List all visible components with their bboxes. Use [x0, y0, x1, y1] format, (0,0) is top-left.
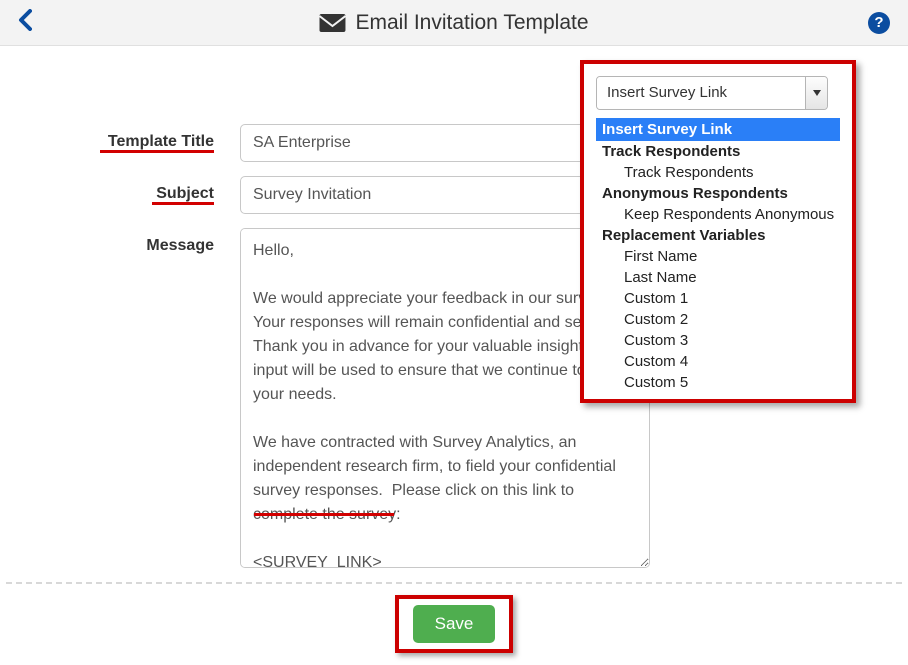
annotation-highlight-box: Insert Survey Link Insert Survey Link Tr… — [580, 60, 856, 403]
chevron-left-icon — [18, 9, 32, 31]
dropdown-list: Insert Survey Link Track Respondents Tra… — [596, 118, 840, 397]
dropdown-option-last-name[interactable]: Last Name — [596, 267, 840, 288]
question-icon: ? — [874, 14, 883, 31]
dropdown-selected-text: Insert Survey Link — [597, 77, 805, 109]
footer: Save — [6, 582, 902, 653]
page-header: Email Invitation Template ? — [0, 0, 908, 46]
template-title-input[interactable] — [240, 124, 630, 162]
message-label: Message — [60, 228, 240, 255]
dropdown-option-custom5[interactable]: Custom 5 — [596, 372, 840, 393]
subject-input[interactable] — [240, 176, 630, 214]
dropdown-option-insert-link[interactable]: Insert Survey Link — [596, 118, 840, 141]
back-button[interactable] — [18, 7, 32, 38]
dropdown-toggle[interactable] — [805, 77, 827, 109]
template-title-label-text: Template Title — [108, 133, 214, 150]
dropdown-option-first-name[interactable]: First Name — [596, 246, 840, 267]
mail-icon — [319, 14, 345, 32]
dropdown-option-custom2[interactable]: Custom 2 — [596, 309, 840, 330]
insert-link-dropdown[interactable]: Insert Survey Link — [596, 76, 828, 110]
template-title-label: Template Title — [60, 124, 240, 151]
save-button[interactable]: Save — [413, 605, 496, 643]
page-title: Email Invitation Template — [355, 11, 588, 35]
header-title-wrap: Email Invitation Template — [319, 11, 588, 35]
dropdown-group-variables: Replacement Variables — [596, 225, 840, 246]
dropdown-option-custom4[interactable]: Custom 4 — [596, 351, 840, 372]
dropdown-option-custom1[interactable]: Custom 1 — [596, 288, 840, 309]
annotation-underline — [100, 150, 214, 153]
annotation-highlight-box: Save — [395, 595, 514, 653]
subject-label: Subject — [60, 176, 240, 203]
dropdown-option-track[interactable]: Track Respondents — [596, 162, 840, 183]
caret-down-icon — [813, 90, 821, 96]
help-button[interactable]: ? — [868, 12, 890, 34]
dropdown-option-anonymous[interactable]: Keep Respondents Anonymous — [596, 204, 840, 225]
dropdown-group-track: Track Respondents — [596, 141, 840, 162]
subject-label-text: Subject — [156, 185, 214, 202]
insert-link-dropdown-wrap: Insert Survey Link Insert Survey Link Tr… — [580, 60, 856, 403]
dropdown-group-anonymous: Anonymous Respondents — [596, 183, 840, 204]
annotation-underline — [152, 202, 214, 205]
dropdown-option-custom3[interactable]: Custom 3 — [596, 330, 840, 351]
